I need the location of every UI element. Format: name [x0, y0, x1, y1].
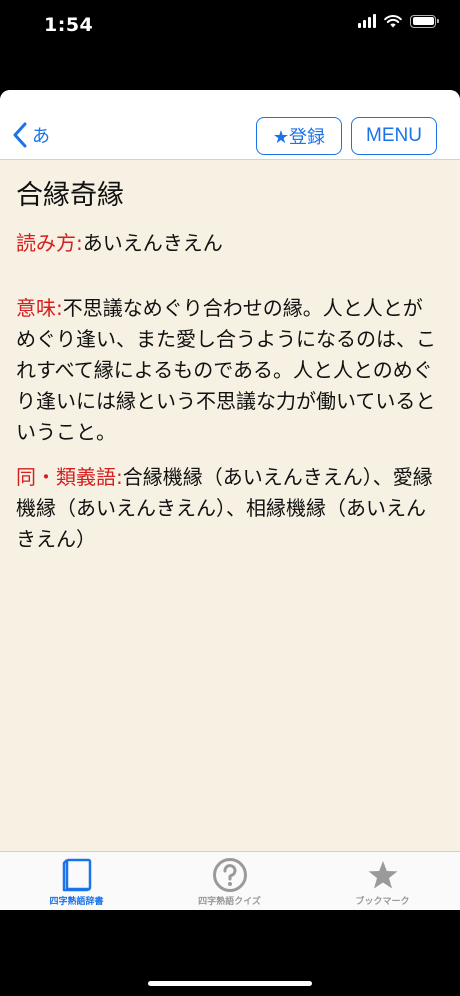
synonym-section: 同・類義語:合縁機縁（あいえんきえん）、愛縁機縁（あいえんきえん）、相縁機縁（あ…: [16, 462, 436, 555]
tab-dictionary[interactable]: 四字熟語辞書: [0, 852, 153, 910]
status-bar: 1:54: [0, 0, 460, 52]
register-bookmark-button[interactable]: ★登録: [256, 117, 342, 155]
chevron-left-icon: [13, 122, 27, 148]
phone-screen: 1:54 あ ★登録 MENU 合縁奇縁 読み方:あいえんきえん 意味:不思議な…: [0, 0, 460, 996]
entry-content: 合縁奇縁 読み方:あいえんきえん 意味:不思議なめぐり合わせの縁。人と人とがめぐ…: [16, 160, 436, 555]
meaning-label: 意味:: [16, 296, 63, 320]
navigation-bar: あ ★登録 MENU: [0, 90, 460, 160]
tab-quiz[interactable]: 四字熟語クイズ: [153, 852, 306, 910]
reading-text: あいえんきえん: [82, 231, 223, 255]
reading-label: 読み方:: [16, 231, 83, 255]
synonym-label: 同・類義語:: [16, 465, 123, 489]
reading-section: 読み方:あいえんきえん: [16, 228, 436, 259]
battery-level: [412, 17, 434, 25]
status-time: 1:54: [44, 14, 94, 36]
menu-button[interactable]: MENU: [351, 117, 437, 155]
back-label: あ: [32, 126, 50, 147]
tab-dictionary-label: 四字熟語辞書: [49, 897, 104, 907]
home-area: [0, 910, 460, 996]
meaning-section: 意味:不思議なめぐり合わせの縁。人と人とがめぐり逢い、また愛し合うようになるのは…: [16, 293, 436, 448]
tab-quiz-label: 四字熟語クイズ: [198, 897, 261, 907]
meaning-text: 不思議なめぐり合わせの縁。人と人とがめぐり逢い、また愛し合うようになるのは、これ…: [16, 296, 436, 444]
home-indicator[interactable]: [148, 981, 312, 986]
tab-bookmark-label: ブックマーク: [355, 897, 410, 907]
entry-title: 合縁奇縁: [16, 180, 124, 211]
star-icon: [367, 858, 399, 892]
book-icon: [62, 858, 92, 892]
cellular-signal-icon: [358, 14, 376, 28]
battery-icon: [410, 14, 439, 28]
wifi-icon: [384, 15, 402, 28]
tab-bar: 四字熟語辞書 四字熟語クイズ ブックマーク: [0, 851, 460, 910]
question-icon: [212, 858, 248, 892]
app-sheet: あ ★登録 MENU 合縁奇縁 読み方:あいえんきえん 意味:不思議なめぐり合わ…: [0, 90, 460, 910]
status-icons: [358, 14, 439, 28]
tab-bookmark[interactable]: ブックマーク: [306, 852, 459, 910]
back-button[interactable]: あ: [12, 122, 50, 148]
